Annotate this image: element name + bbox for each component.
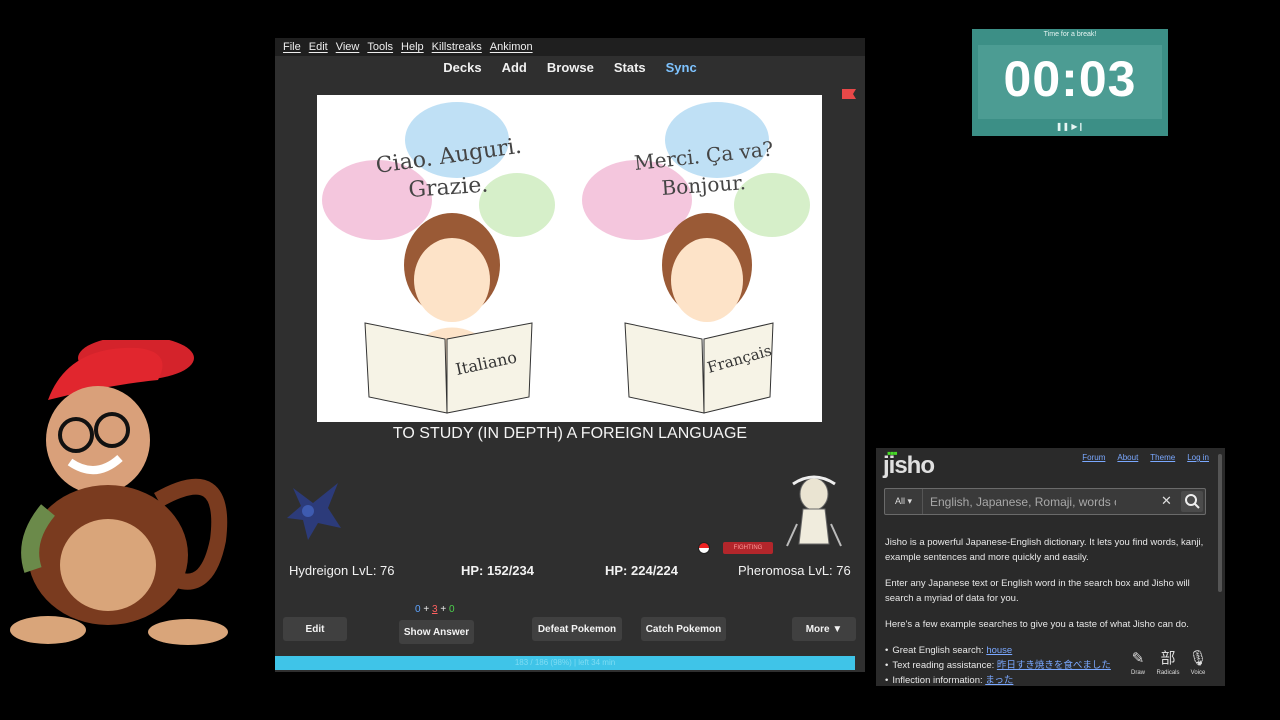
nav-theme[interactable]: Theme [1150,453,1175,462]
jisho-logo[interactable]: ▪▪▪ jisho [883,448,935,480]
new-count: 0 [415,604,421,615]
nav-login[interactable]: Log in [1187,453,1209,462]
example-link[interactable]: まった [985,675,1013,686]
card-question-text: TO STUDY (IN DEPTH) A FOREIGN LANGUAGE [392,425,748,442]
toolbar-browse[interactable]: Browse [547,60,594,75]
type-badge: FIGHTING [723,542,773,554]
learning-count: 3 [431,604,438,615]
menu-tools[interactable]: Tools [363,41,397,53]
defeat-pokemon-button[interactable]: Defeat Pokemon [532,617,622,641]
search-scope-select[interactable]: All ▾ [885,489,923,514]
jisho-nav: Forum About Theme Log in [1082,453,1209,462]
enemy-hp: HP: 224/224 [605,563,678,578]
toolbar-sync[interactable]: Sync [666,60,697,75]
scrollbar[interactable] [1218,454,1222,592]
hydreigon-sprite [287,483,341,540]
catch-pokemon-button[interactable]: Catch Pokemon [641,617,726,641]
menu-help[interactable]: Help [397,41,428,53]
streamer-monkey-avatar [10,340,228,645]
search-button[interactable] [1181,491,1203,512]
search-icon [1185,494,1200,509]
enemy-pokemon-name: Pheromosa LvL: 76 [738,563,851,578]
progress-bar: 183 / 186 (98%) | left 34 min [275,656,855,670]
more-button[interactable]: More ▼ [792,617,856,641]
edit-button[interactable]: Edit [283,617,347,641]
pokeball-icon [698,542,710,554]
card-illustration: Ciao. Auguri. Grazie. Merci. Ça va? Bonj… [317,95,822,422]
timer-label: Time for a break! [1043,31,1097,38]
toolbar-stats[interactable]: Stats [614,60,646,75]
left-bubble-line2: Grazie. [408,172,489,203]
radicals-icon: 部 [1160,650,1176,667]
menu-bar: File Edit View Tools Help Killstreaks An… [275,38,865,56]
search-input[interactable] [928,489,1118,514]
menu-ankimon[interactable]: Ankimon [486,41,537,53]
anki-window: File Edit View Tools Help Killstreaks An… [275,38,865,672]
player-pokemon-name: Hydreigon LvL: 76 [289,563,395,578]
menu-view[interactable]: View [332,41,364,53]
player-hp: HP: 152/234 [461,563,534,578]
main-toolbar: Decks Add Browse Stats Sync [275,56,865,78]
microphone-icon: 🎙 [1188,650,1208,667]
voice-tool[interactable]: 🎙 Voice [1184,648,1212,686]
right-bubble-line2: Bonjour. [661,170,747,200]
input-tools: ✎ Draw 部 Radicals 🎙 Voice [1123,648,1213,686]
toolbar-add[interactable]: Add [502,60,527,75]
flag-icon[interactable] [841,88,857,102]
radicals-tool[interactable]: 部 Radicals [1154,648,1182,686]
example-link[interactable]: house [986,645,1012,656]
intro-paragraph-3: Here's a few example searches to give yo… [885,619,1189,630]
toolbar-decks[interactable]: Decks [443,60,481,75]
clear-icon[interactable]: ✕ [1161,493,1172,509]
timer-time: 00:03 [1003,51,1137,107]
intro-paragraph-2: Enter any Japanese text or English word … [885,578,1190,604]
jisho-panel: ▪▪▪ jisho Forum About Theme Log in All ▾ … [876,448,1225,686]
show-answer-button[interactable]: Show Answer [399,620,474,644]
review-count: 0 [448,604,455,615]
draw-tool[interactable]: ✎ Draw [1124,648,1152,686]
jisho-search-bar: All ▾ ✕ [884,488,1206,515]
example-link[interactable]: 昨日すき焼きを食べました [997,660,1111,671]
timer-controls[interactable]: ❚❚ ▶❙ [972,122,1168,131]
menu-file[interactable]: File [279,41,305,53]
nav-about[interactable]: About [1117,453,1138,462]
pheromosa-sprite [786,475,842,547]
intro-paragraph-1: Jisho is a powerful Japanese-English dic… [885,537,1204,563]
break-timer: Time for a break! 00:03 ❚❚ ▶❙ [972,29,1168,136]
draw-icon: ✎ [1131,650,1145,667]
menu-edit[interactable]: Edit [305,41,332,53]
nav-forum[interactable]: Forum [1082,453,1105,462]
due-counts: 0 + 3 + 0 [415,604,455,615]
menu-killstreaks[interactable]: Killstreaks [428,41,486,53]
